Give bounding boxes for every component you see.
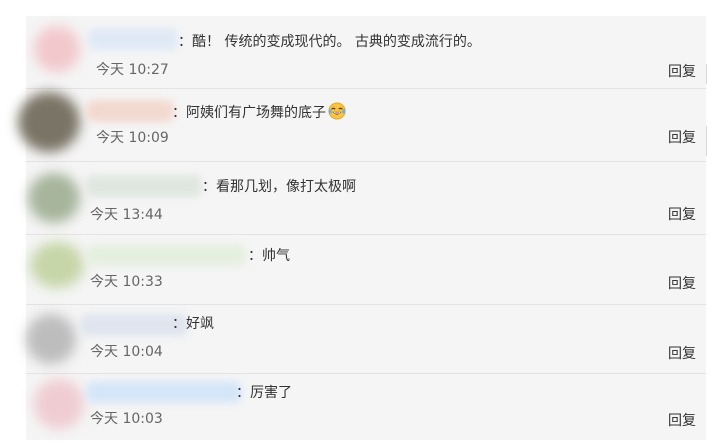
username-blurred[interactable]: [86, 244, 246, 266]
reply-button[interactable]: 回复: [668, 274, 696, 294]
reply-button[interactable]: 回复: [668, 128, 696, 148]
reply-button[interactable]: 回复: [668, 344, 696, 364]
reply-button[interactable]: 回复: [668, 62, 696, 82]
comment-item: ：看那几划，像打太极啊 今天 13:44 回复: [26, 161, 706, 227]
username-blurred[interactable]: [88, 28, 178, 50]
avatar[interactable]: [34, 379, 84, 429]
username-blurred[interactable]: [86, 175, 202, 197]
comment-time: 今天 10:03: [90, 411, 163, 427]
comment-item: ：好飒 今天 10:04 回复: [26, 304, 706, 370]
reply-button[interactable]: 回复: [668, 205, 696, 225]
avatar[interactable]: [26, 314, 76, 364]
comment-text: ：酷！ 传统的变成现代的。 古典的变成流行的。: [178, 34, 481, 50]
comment-text: ：帅气: [248, 248, 290, 264]
comment-item: ：帅气 今天 10:33 回复: [26, 234, 706, 300]
comment-time: 今天 10:09: [96, 130, 169, 146]
scroll-edge: [706, 126, 707, 156]
laughing-tears-icon: [328, 102, 346, 120]
avatar[interactable]: [30, 242, 84, 288]
username-blurred[interactable]: [86, 100, 174, 122]
comment-text: ：阿姨们有广场舞的底子: [172, 102, 346, 123]
comment-text: ：看那几划，像打太极啊: [202, 179, 356, 195]
reply-button[interactable]: 回复: [668, 411, 696, 431]
comment-text: ：好飒: [172, 316, 214, 332]
comment-item: ：酷！ 传统的变成现代的。 古典的变成流行的。 今天 10:27 回复: [26, 16, 706, 82]
comment-item: ：厉害了 今天 10:03 回复: [26, 373, 706, 439]
comment-text: ：厉害了: [236, 385, 292, 401]
avatar[interactable]: [28, 173, 80, 223]
comment-time: 今天 10:27: [96, 62, 169, 78]
comment-item: ：阿姨们有广场舞的底子 今天 10:09 回复: [18, 88, 706, 154]
avatar[interactable]: [18, 92, 80, 152]
comment-time: 今天 10:33: [90, 274, 163, 290]
username-blurred[interactable]: [86, 381, 242, 403]
comment-time: 今天 10:04: [90, 344, 163, 360]
avatar[interactable]: [34, 26, 80, 72]
comment-time: 今天 13:44: [90, 207, 163, 223]
scroll-edge: [706, 64, 707, 84]
